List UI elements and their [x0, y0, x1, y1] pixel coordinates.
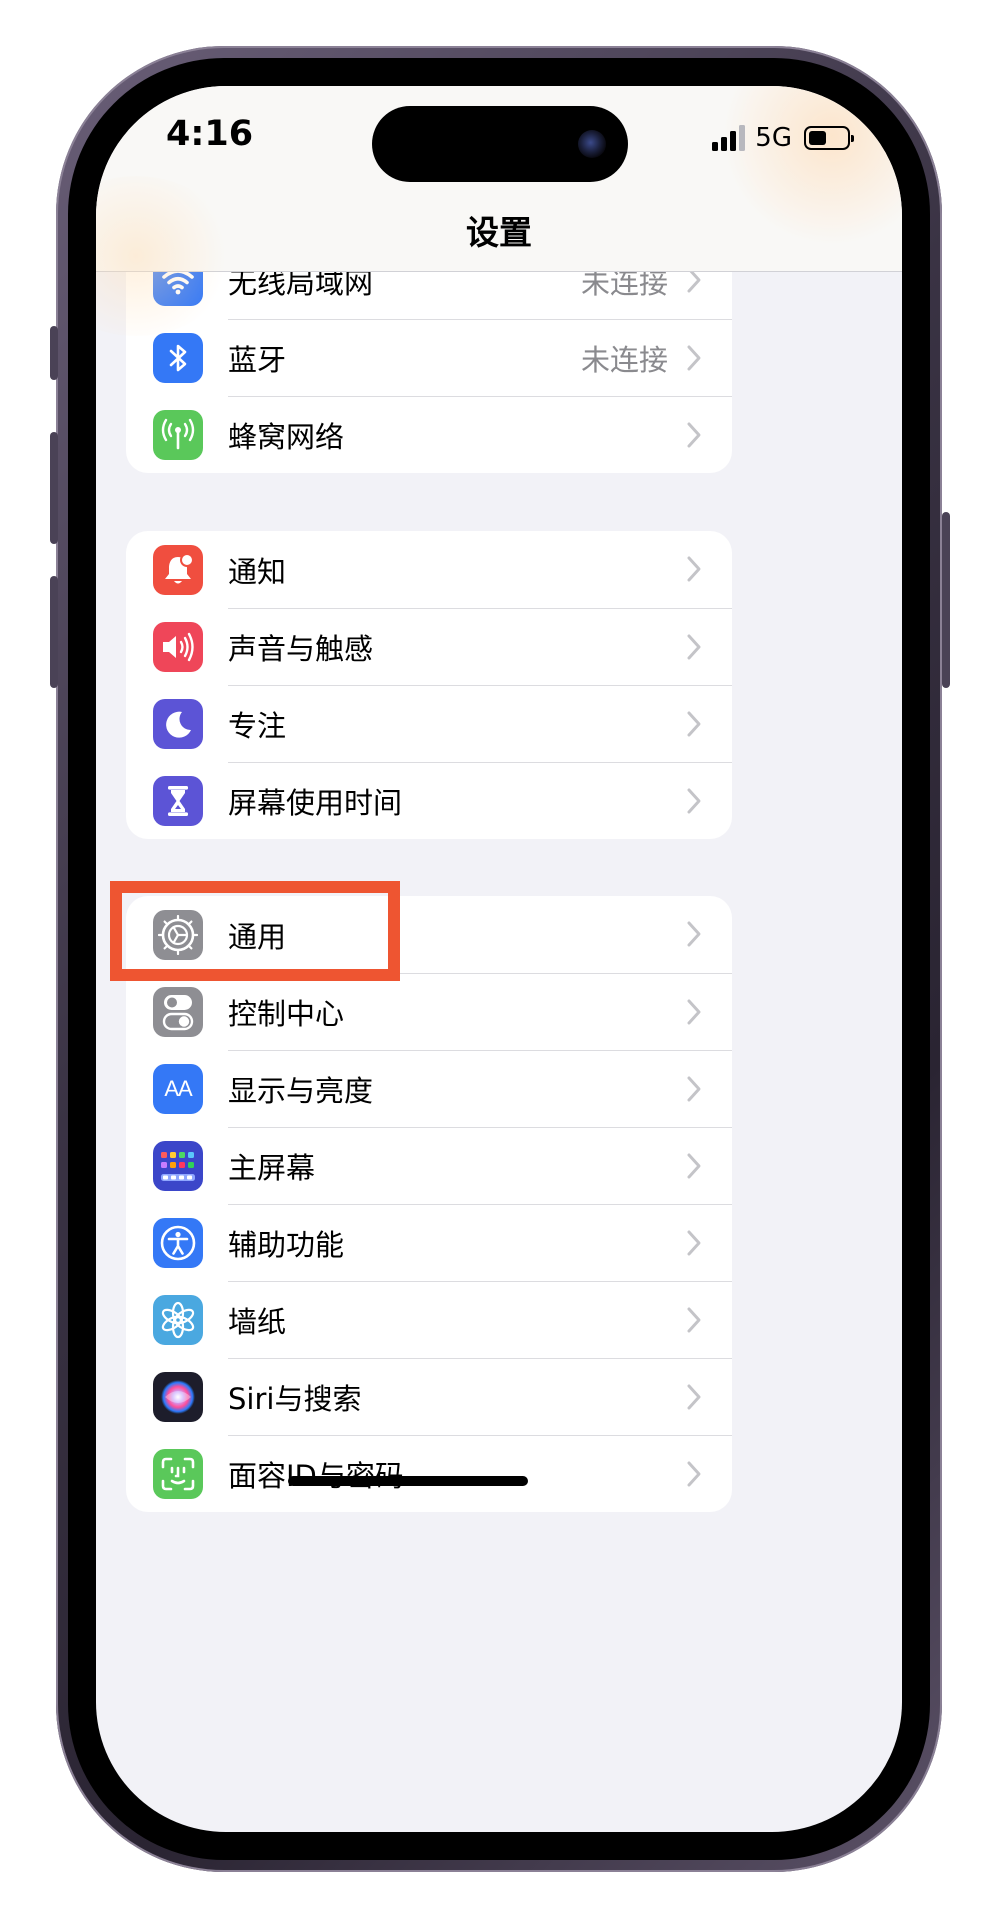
settings-row-wallpaper[interactable]: 墙纸	[126, 1281, 732, 1358]
action-button	[50, 326, 58, 380]
settings-row-cellular[interactable]: 蜂窝网络	[126, 396, 732, 473]
settings-group-notifications: 通知声音与触感专注屏幕使用时间	[126, 531, 732, 839]
settings-row-bluetooth[interactable]: 蓝牙 未连接	[126, 319, 732, 396]
settings-row-label: 声音与触感	[228, 632, 374, 666]
settings-group-general: 通用控制中心AA显示与亮度主屏幕辅助功能墙纸Siri与搜索面容ID与密码	[126, 896, 732, 1512]
chevron-right-icon	[687, 921, 701, 947]
highlight-box	[110, 881, 400, 981]
settings-row-label: 屏幕使用时间	[228, 786, 403, 820]
settings-row-label: 辅助功能	[228, 1228, 345, 1262]
volume-down-button	[50, 576, 58, 688]
flower-icon	[153, 1295, 203, 1345]
settings-row-label: 面容ID与密码	[228, 1453, 404, 1495]
chevron-right-icon	[687, 422, 701, 448]
chevron-right-icon	[687, 345, 701, 371]
home-indicator[interactable]	[288, 1476, 528, 1486]
battery-icon	[804, 126, 854, 150]
chevron-right-icon	[687, 999, 701, 1025]
antenna-icon	[153, 410, 203, 460]
settings-row-screen-time[interactable]: 屏幕使用时间	[126, 762, 732, 839]
settings-row-siri[interactable]: Siri与搜索	[126, 1358, 732, 1435]
settings-row-label: 控制中心	[228, 997, 345, 1031]
screen: 4:16 5G 设置 无线局域网 未连接 蓝牙 未连接 蜂窝网络 通知 声音与触感 专注 屏幕…	[96, 86, 902, 1832]
chevron-right-icon	[687, 556, 701, 582]
settings-row-label: 主屏幕	[228, 1151, 316, 1185]
settings-row-home-screen[interactable]: 主屏幕	[126, 1127, 732, 1204]
settings-row-label: 墙纸	[228, 1305, 287, 1339]
chevron-right-icon	[687, 1153, 701, 1179]
chevron-right-icon	[687, 1230, 701, 1256]
settings-row-label: 显示与亮度	[228, 1074, 374, 1108]
face-id-icon	[153, 1449, 203, 1499]
settings-row-detail: 未连接	[580, 343, 668, 377]
settings-row-label: Siri与搜索	[228, 1382, 362, 1416]
camera-icon	[578, 130, 606, 158]
status-indicators: 5G	[712, 118, 854, 158]
settings-row-notifications[interactable]: 通知	[126, 531, 732, 608]
settings-row-display[interactable]: AA 显示与亮度	[126, 1050, 732, 1127]
side-button	[942, 512, 950, 688]
chevron-right-icon	[687, 1461, 701, 1487]
settings-row-focus[interactable]: 专注	[126, 685, 732, 762]
speaker-icon	[153, 622, 203, 672]
chevron-right-icon	[687, 1384, 701, 1410]
settings-row-label: 专注	[228, 709, 287, 743]
moon-icon	[153, 699, 203, 749]
bell-icon	[153, 545, 203, 595]
cellular-signal-icon	[712, 125, 746, 151]
text-size-icon: AA	[153, 1064, 203, 1114]
app-grid-icon	[153, 1141, 203, 1191]
status-time: 4:16	[166, 114, 254, 154]
network-type: 5G	[755, 123, 792, 153]
settings-row-accessibility[interactable]: 辅助功能	[126, 1204, 732, 1281]
settings-row-label: 通知	[228, 554, 287, 589]
page-title: 设置	[466, 213, 532, 252]
settings-row-sounds[interactable]: 声音与触感	[126, 608, 732, 685]
settings-row-label: 蓝牙	[228, 343, 287, 377]
toggles-icon	[153, 987, 203, 1037]
chevron-right-icon	[687, 1307, 701, 1333]
hourglass-icon	[153, 776, 203, 826]
volume-up-button	[50, 432, 58, 544]
bluetooth-icon	[153, 333, 203, 383]
chevron-right-icon	[687, 711, 701, 737]
siri-icon	[153, 1372, 203, 1422]
chevron-right-icon	[687, 1076, 701, 1102]
chevron-right-icon	[687, 788, 701, 814]
settings-row-label: 蜂窝网络	[228, 420, 345, 454]
dynamic-island	[372, 106, 628, 182]
accessibility-icon	[153, 1218, 203, 1268]
settings-row-control-center[interactable]: 控制中心	[126, 973, 732, 1050]
settings-row-face-id[interactable]: 面容ID与密码	[126, 1435, 732, 1512]
chevron-right-icon	[687, 634, 701, 660]
